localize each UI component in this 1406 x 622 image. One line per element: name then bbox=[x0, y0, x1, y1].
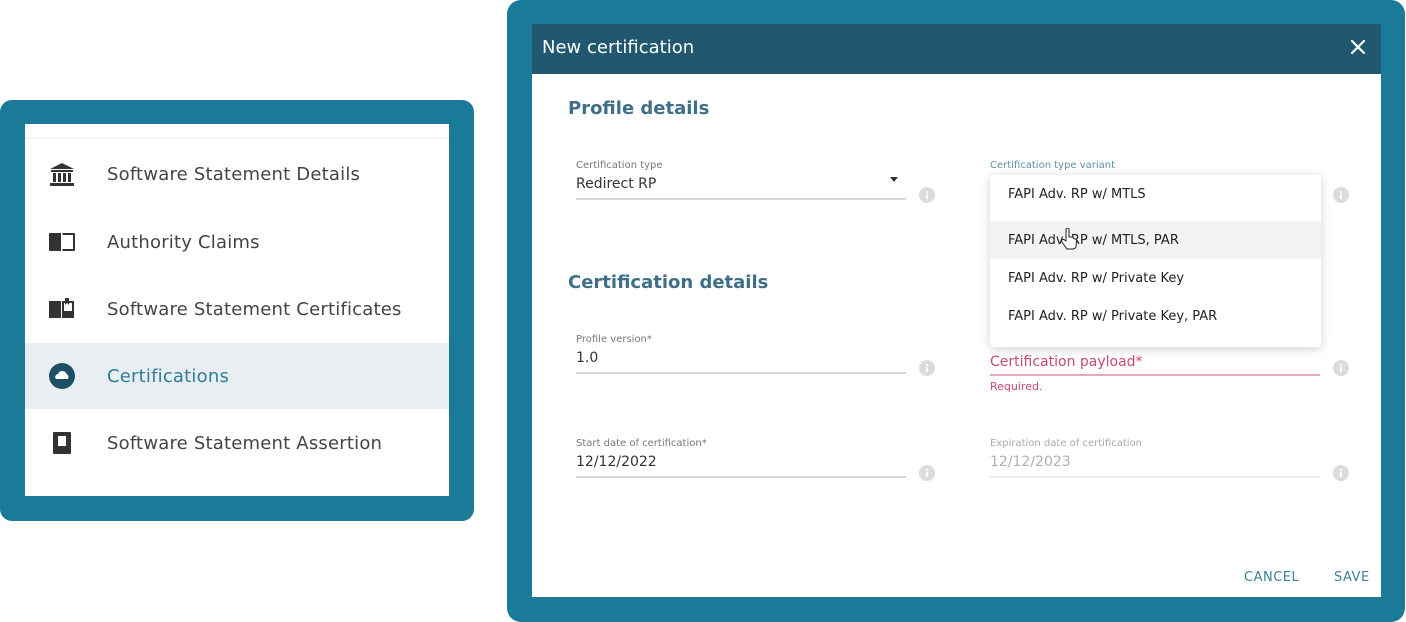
required-error-text: Required. bbox=[990, 380, 1043, 393]
certificate-book-icon bbox=[47, 294, 77, 324]
sidebar-item-label: Software Statement Assertion bbox=[107, 432, 383, 454]
sidebar-item-label: Certifications bbox=[107, 365, 230, 387]
certification-payload-label: Certification payload* bbox=[990, 354, 1143, 370]
variant-option[interactable]: FAPI Adv. RP w/ MTLS bbox=[990, 175, 1321, 213]
info-icon[interactable] bbox=[919, 465, 935, 481]
info-icon[interactable] bbox=[1333, 465, 1349, 481]
profile-details-heading: Profile details bbox=[568, 98, 710, 119]
variant-option[interactable]: FAPI Adv. RP w/ Private Key, PAR bbox=[990, 297, 1321, 335]
bank-icon bbox=[47, 159, 77, 189]
sidebar-item-authority-claims[interactable]: Authority Claims bbox=[25, 209, 449, 275]
start-date-label: Start date of certification* bbox=[576, 438, 707, 449]
certification-type-variant-label: Certification type variant bbox=[990, 160, 1116, 171]
field-underline bbox=[576, 198, 906, 200]
variant-option-hovered[interactable]: FAPI Adv. RP w/ MTLS, PAR bbox=[990, 221, 1321, 259]
start-date-value: 12/12/2022 bbox=[576, 454, 657, 470]
sidebar-item-label: Software Statement Details bbox=[107, 163, 361, 185]
dialog-title: New certification bbox=[542, 37, 695, 58]
sidebar-menu: Software Statement Details Authority Cla… bbox=[25, 124, 449, 496]
field-underline bbox=[576, 476, 906, 478]
expiration-date-input: Expiration date of certification 12/12/2… bbox=[990, 438, 1320, 482]
sidebar-item-label: Software Statement Certificates bbox=[107, 298, 402, 320]
certification-type-label: Certification type bbox=[576, 160, 663, 171]
save-button[interactable]: SAVE bbox=[1334, 570, 1370, 585]
book-open-icon bbox=[47, 227, 77, 257]
sidebar-item-software-statement-details[interactable]: Software Statement Details bbox=[25, 141, 449, 207]
certification-type-value: Redirect RP bbox=[576, 176, 657, 192]
field-underline bbox=[576, 372, 906, 374]
document-icon bbox=[47, 428, 77, 458]
sidebar-item-label: Authority Claims bbox=[107, 231, 260, 253]
certification-details-heading: Certification details bbox=[568, 272, 769, 293]
profile-version-value: 1.0 bbox=[576, 350, 599, 366]
divider bbox=[25, 138, 449, 139]
expiration-date-value: 12/12/2023 bbox=[990, 454, 1071, 470]
dialog-header: New certification bbox=[532, 24, 1381, 74]
field-underline bbox=[990, 476, 1320, 478]
sidebar-item-software-statement-assertion[interactable]: Software Statement Assertion bbox=[25, 410, 449, 476]
cancel-button[interactable]: CANCEL bbox=[1244, 570, 1299, 585]
close-icon[interactable] bbox=[1345, 34, 1371, 60]
profile-version-input[interactable]: Profile version* 1.0 bbox=[576, 334, 906, 378]
variant-dropdown-menu: FAPI Adv. RP w/ MTLS FAPI Adv. RP w/ MTL… bbox=[990, 175, 1321, 347]
field-underline bbox=[990, 374, 1320, 376]
info-icon[interactable] bbox=[919, 187, 935, 203]
sidebar-frame: Software Statement Details Authority Cla… bbox=[0, 100, 474, 521]
certification-type-select[interactable]: Certification type Redirect RP bbox=[576, 160, 906, 204]
sidebar-item-software-statement-certificates[interactable]: Software Statement Certificates bbox=[25, 276, 449, 342]
info-icon[interactable] bbox=[1333, 360, 1349, 376]
info-icon[interactable] bbox=[919, 360, 935, 376]
expiration-date-label: Expiration date of certification bbox=[990, 438, 1143, 449]
sidebar-item-certifications[interactable]: Certifications bbox=[25, 343, 449, 409]
dialog-frame: New certification Profile details Certif… bbox=[507, 0, 1405, 622]
certification-payload-input[interactable]: Certification payload* Required. bbox=[990, 348, 1320, 398]
chevron-down-icon bbox=[890, 177, 898, 182]
start-date-input[interactable]: Start date of certification* 12/12/2022 bbox=[576, 438, 906, 482]
cloud-circle-icon bbox=[47, 361, 77, 391]
info-icon[interactable] bbox=[1333, 187, 1349, 203]
hand-pointer-icon bbox=[1060, 227, 1078, 250]
new-certification-dialog: New certification Profile details Certif… bbox=[532, 24, 1381, 597]
profile-version-label: Profile version* bbox=[576, 334, 652, 345]
variant-option[interactable]: FAPI Adv. RP w/ Private Key bbox=[990, 259, 1321, 297]
